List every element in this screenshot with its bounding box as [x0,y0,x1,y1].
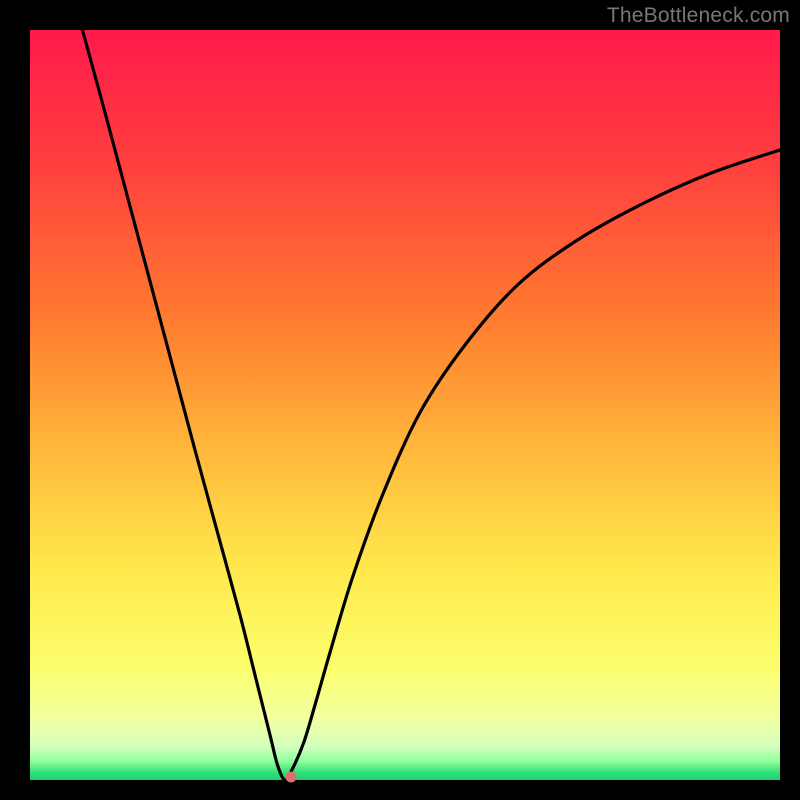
plot-background [30,30,780,780]
optimal-point-marker [286,772,297,783]
chart-stage: TheBottleneck.com [0,0,800,800]
bottleneck-chart [0,0,800,800]
watermark-text: TheBottleneck.com [607,4,790,28]
